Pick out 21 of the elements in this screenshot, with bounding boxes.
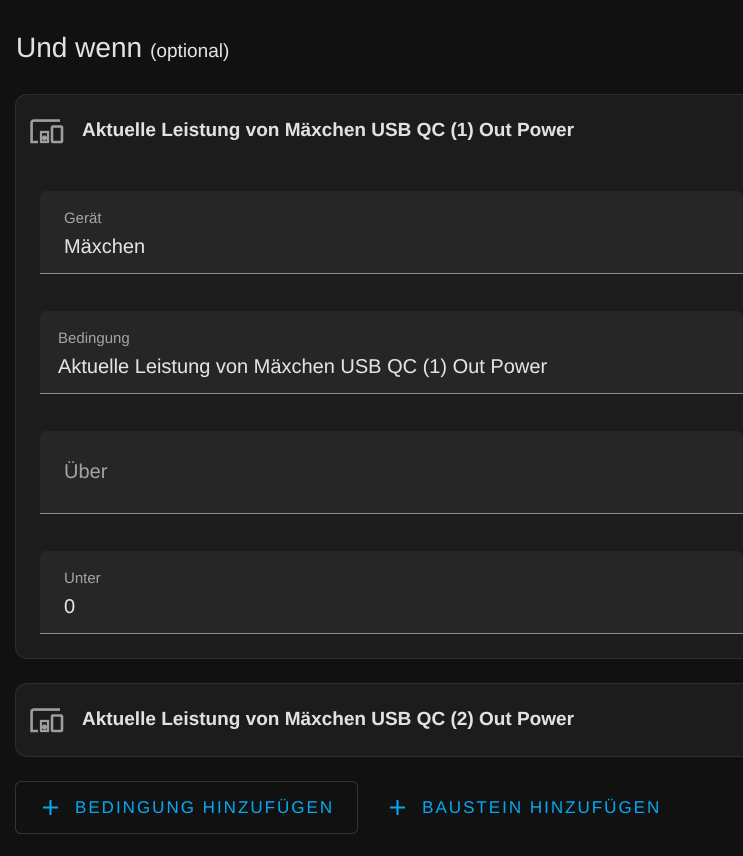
- number-input-field[interactable]: Über: [40, 431, 743, 514]
- device-picker-field[interactable]: Gerät Mäxchen: [40, 191, 743, 274]
- add-button[interactable]: BEDINGUNG HINZUFÜGEN: [15, 781, 358, 834]
- devices-icon: [30, 118, 64, 144]
- field-value: Mäxchen: [64, 235, 146, 260]
- field-value: Aktuelle Leistung von Mäxchen USB QC (1) Out Power: [58, 355, 548, 380]
- field-label: Unter: [64, 570, 101, 588]
- field-value: 0: [64, 595, 76, 620]
- section-title: Und wenn: [16, 31, 142, 65]
- number-input-field[interactable]: Unter 0: [40, 551, 743, 634]
- field-label: Gerät: [64, 210, 102, 228]
- devices-icon: [30, 708, 64, 732]
- condition-title[interactable]: Aktuelle Leistung von Mäxchen USB QC (2) Out Power: [82, 706, 574, 734]
- field-label: Über: [64, 460, 108, 485]
- condition-title[interactable]: Aktuelle Leistung von Mäxchen USB QC (1) Out Power: [82, 116, 574, 146]
- optional-note: (optional): [150, 40, 230, 64]
- add-button[interactable]: BAUSTEIN HINZUFÜGEN: [363, 781, 684, 834]
- plus-icon: [43, 800, 58, 815]
- select-field[interactable]: Bedingung Aktuelle Leistung von Mäxchen USB QC (1) Out Power: [40, 311, 743, 394]
- field-label: Bedingung: [58, 330, 130, 348]
- plus-icon: [390, 800, 406, 815]
